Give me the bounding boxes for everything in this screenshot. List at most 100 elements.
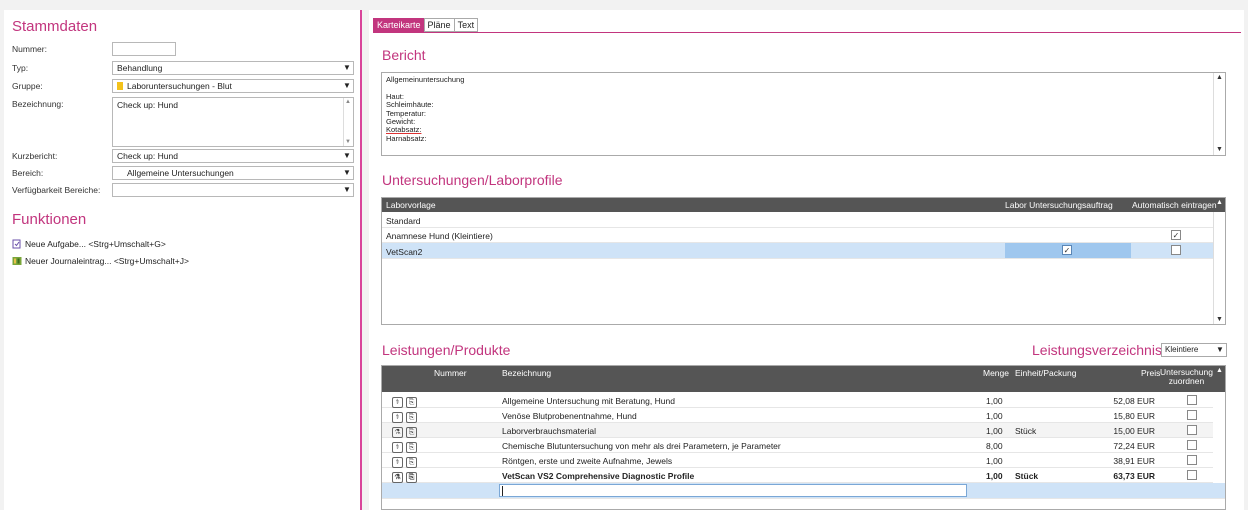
bezeichnung-scrollbar[interactable]: ▲ ▼ bbox=[343, 98, 353, 146]
typ-select[interactable]: Behandlung ▼ bbox=[112, 61, 354, 75]
kurzbericht-select[interactable]: Check up: Hund ▼ bbox=[112, 149, 354, 163]
gruppe-select[interactable]: Laboruntersuchungen - Blut ▼ bbox=[112, 79, 354, 93]
table-row[interactable]: ⚕ ⎘ Chemische Blutuntersuchung von mehr a… bbox=[382, 438, 1213, 453]
cell-menge: 1,00 bbox=[986, 456, 1003, 466]
untersuchung-checkbox[interactable] bbox=[1187, 395, 1197, 405]
task-icon bbox=[12, 239, 22, 249]
scroll-down-icon[interactable]: ▼ bbox=[345, 139, 351, 145]
bericht-line: Haut: bbox=[386, 91, 404, 101]
cell-bezeichnung: VetScan VS2 Comprehensive Diagnostic Pro… bbox=[502, 471, 695, 481]
kurzbericht-row: Kurzbericht: Check up: Hund ▼ bbox=[12, 149, 354, 163]
tab-underline bbox=[373, 32, 1241, 33]
scroll-down-icon[interactable]: ▼ bbox=[1216, 146, 1223, 154]
bericht-line: Allgemeinuntersuchung bbox=[386, 75, 465, 84]
chevron-down-icon[interactable]: ▼ bbox=[341, 184, 353, 196]
table-row[interactable]: Anamnese Hund (Kleintiere) ✓ bbox=[382, 228, 1213, 243]
leistungsverzeichnis-label: Leistungsverzeichnis: bbox=[1032, 342, 1166, 358]
top-strip bbox=[0, 0, 1248, 10]
row-icons: ⚗ ⎘ bbox=[392, 471, 428, 483]
col-auto[interactable]: Automatisch eintragen bbox=[1132, 200, 1217, 210]
bericht-line: Harnabsatz: bbox=[386, 133, 427, 143]
col-preis[interactable]: Preis bbox=[1141, 368, 1160, 378]
laborvorlage-name: VetScan2 bbox=[386, 246, 423, 257]
new-journal-label: Neuer Journaleintrag... <Strg+Umschalt+J… bbox=[25, 256, 189, 266]
untersuchung-checkbox[interactable] bbox=[1187, 455, 1197, 465]
untersuchung-checkbox[interactable] bbox=[1187, 425, 1197, 435]
leistungen-header: Nummer Bezeichnung Menge Einheit/Packung… bbox=[382, 366, 1225, 392]
chevron-down-icon[interactable]: ▼ bbox=[341, 150, 353, 162]
table-row[interactable]: ⚗ ⎘ VetScan VS2 Comprehensive Diagnostic … bbox=[382, 468, 1213, 483]
export-icon: ⎘ bbox=[406, 457, 417, 468]
bereich-select[interactable]: Allgemeine Untersuchungen ▼ bbox=[112, 166, 354, 180]
table-row[interactable]: VetScan2 ✓ bbox=[382, 243, 1213, 259]
tab-karteikarte[interactable]: Karteikarte bbox=[373, 18, 425, 32]
laborprofile-title: Untersuchungen/Laborprofile bbox=[382, 172, 563, 188]
bereich-row: Bereich: Allgemeine Untersuchungen ▼ bbox=[12, 166, 354, 180]
leistungsverzeichnis-select[interactable]: Kleintiere ▼ bbox=[1161, 343, 1227, 357]
new-task-link[interactable]: Neue Aufgabe... <Strg+Umschalt+G> bbox=[12, 239, 166, 249]
nummer-input[interactable] bbox=[112, 42, 176, 56]
app-root: Stammdaten Nummer: Typ: Behandlung ▼ Gru… bbox=[0, 0, 1248, 510]
col-bezeichnung[interactable]: Bezeichnung bbox=[502, 368, 551, 378]
verfuegbarkeit-select[interactable]: ▼ bbox=[112, 183, 354, 197]
bericht-scrollbar[interactable]: ▲ ▼ bbox=[1213, 73, 1225, 155]
table-row[interactable]: Standard bbox=[382, 212, 1213, 228]
cell-preis: 52,08 EUR bbox=[1113, 396, 1155, 406]
new-entry-row[interactable] bbox=[382, 483, 1225, 499]
row-icons: ⚕ ⎘ bbox=[392, 396, 428, 408]
untersuchung-checkbox[interactable] bbox=[1187, 410, 1197, 420]
chevron-down-icon[interactable]: ▼ bbox=[1214, 344, 1226, 356]
export-icon: ⎘ bbox=[406, 427, 417, 438]
row-icons: ⚕ ⎘ bbox=[392, 411, 428, 423]
karteikarte-panel: Karteikarte Pläne Text Bericht Allgemeinun… bbox=[369, 10, 1244, 510]
new-entry-input[interactable] bbox=[499, 484, 967, 497]
leistungsverzeichnis-value: Kleintiere bbox=[1165, 345, 1199, 354]
col-nummer[interactable]: Nummer bbox=[434, 368, 467, 378]
laborvorlage-name: Standard bbox=[386, 215, 421, 226]
row-icons: ⚗ ⎘ bbox=[392, 426, 428, 438]
bericht-line: Kotabsatz: bbox=[386, 125, 422, 135]
auto-checkbox[interactable]: ✓ bbox=[1171, 229, 1181, 240]
new-journal-link[interactable]: Neuer Journaleintrag... <Strg+Umschalt+J… bbox=[12, 256, 189, 266]
chevron-down-icon[interactable]: ▼ bbox=[341, 62, 353, 74]
cell-bezeichnung: Laborverbrauchsmaterial bbox=[502, 426, 597, 436]
scroll-up-icon[interactable]: ▲ bbox=[1216, 199, 1223, 206]
chevron-down-icon[interactable]: ▼ bbox=[341, 80, 353, 92]
tab-plaene[interactable]: Pläne bbox=[423, 18, 455, 32]
bericht-editor[interactable]: Allgemeinuntersuchung Haut: Schleimhäute… bbox=[381, 72, 1226, 156]
bericht-line bbox=[386, 84, 1221, 92]
scroll-up-icon[interactable]: ▲ bbox=[1216, 74, 1223, 82]
scroll-down-icon[interactable]: ▼ bbox=[1216, 316, 1223, 323]
col-auftrag[interactable]: Labor Untersuchungsauftrag bbox=[1005, 200, 1113, 210]
chevron-down-icon[interactable]: ▼ bbox=[341, 167, 353, 179]
col-laborvorlage[interactable]: Laborvorlage bbox=[386, 200, 436, 210]
scroll-up-icon[interactable]: ▲ bbox=[345, 99, 351, 105]
laborprofile-grid: Laborvorlage Labor Untersuchungsauftrag … bbox=[381, 197, 1226, 325]
untersuchung-checkbox[interactable] bbox=[1187, 470, 1197, 480]
treatment-icon: ⚕ bbox=[392, 412, 403, 423]
gruppe-row: Gruppe: Laboruntersuchungen - Blut ▼ bbox=[12, 79, 354, 93]
table-row[interactable]: ⚗ ⎘ Laborverbrauchsmaterial 1,00 Stück 15… bbox=[382, 423, 1213, 438]
verfuegbarkeit-label: Verfügbarkeit Bereiche: bbox=[12, 185, 101, 195]
col-einheit[interactable]: Einheit/Packung bbox=[1015, 368, 1076, 378]
cell-preis: 15,80 EUR bbox=[1113, 411, 1155, 421]
table-row[interactable]: ⚕ ⎘ Allgemeine Untersuchung mit Beratung,… bbox=[382, 393, 1213, 408]
untersuchung-checkbox[interactable] bbox=[1187, 440, 1197, 450]
col-menge[interactable]: Menge bbox=[983, 368, 1009, 378]
tab-text[interactable]: Text bbox=[453, 18, 479, 32]
bericht-line: Gewicht: bbox=[386, 117, 416, 127]
laborvorlage-name: Anamnese Hund (Kleintiere) bbox=[386, 231, 493, 241]
bezeichnung-row: Bezeichnung: Check up: Hund ▲ ▼ bbox=[12, 97, 354, 147]
auto-checkbox[interactable] bbox=[1171, 245, 1181, 255]
scroll-up-icon[interactable]: ▲ bbox=[1216, 367, 1223, 374]
bezeichnung-textarea[interactable]: Check up: Hund ▲ ▼ bbox=[112, 97, 354, 147]
col-untersuchung[interactable]: Untersuchung zuordnen bbox=[1159, 368, 1214, 386]
gruppe-label: Gruppe: bbox=[12, 81, 43, 91]
table-row[interactable]: ⚕ ⎘ Röntgen, erste und zweite Aufnahme, J… bbox=[382, 453, 1213, 468]
export-icon: ⎘ bbox=[406, 397, 417, 408]
product-icon: ⚗ bbox=[392, 472, 403, 483]
treatment-icon: ⚕ bbox=[392, 397, 403, 408]
auftrag-checkbox[interactable]: ✓ bbox=[1062, 245, 1072, 255]
laborprofile-scrollbar[interactable]: ▼ bbox=[1213, 212, 1225, 324]
table-row[interactable]: ⚕ ⎘ Venöse Blutprobenentnahme, Hund 1,00 … bbox=[382, 408, 1213, 423]
